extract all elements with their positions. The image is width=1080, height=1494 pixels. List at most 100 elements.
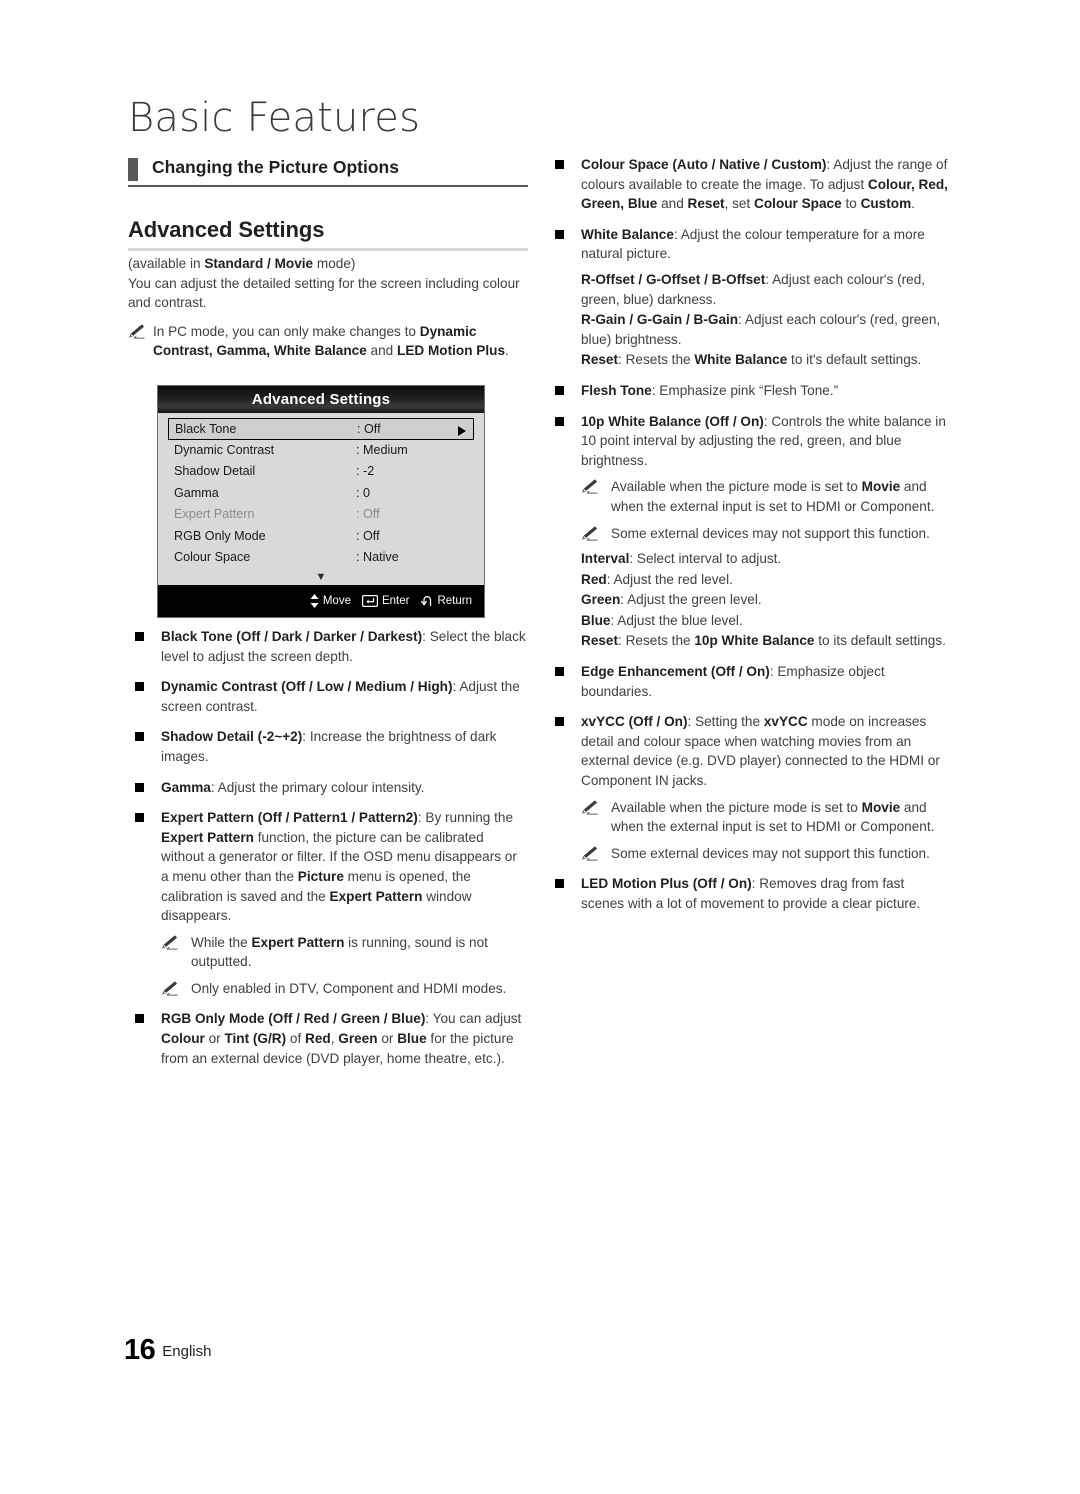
bullet-title: Colour Space (Auto / Native / Custom) xyxy=(581,157,827,172)
availability-modes: Standard / Movie xyxy=(204,256,314,271)
osd-row-label: Gamma xyxy=(174,485,219,500)
bullet-title: Shadow Detail (-2~+2) xyxy=(161,729,303,745)
bullet-bold-4: Custom xyxy=(860,196,912,212)
pencil-icon xyxy=(581,846,599,861)
sub-title: Reset xyxy=(581,352,619,368)
bullet-bold-2: Tint (G/R) xyxy=(224,1031,287,1047)
bullet-bold-1: xvYCC xyxy=(763,714,808,730)
10p-red: Red: Adjust the red level. xyxy=(581,570,950,590)
section-header-rule xyxy=(128,185,528,187)
pencil-icon xyxy=(161,935,179,950)
osd-hint-return: Return xyxy=(420,595,472,607)
square-bullet-icon xyxy=(555,717,564,727)
sub-body: : Adjust the green level. xyxy=(620,592,762,608)
pencil-icon xyxy=(581,479,599,494)
bullet-bold-2: Picture xyxy=(297,868,344,884)
osd-hint-enter-label: Enter xyxy=(381,595,410,607)
note-text: Some external devices may not support th… xyxy=(611,845,930,861)
white-balance-reset: Reset: Resets the White Balance to it's … xyxy=(581,350,950,370)
10p-interval: Interval: Select interval to adjust. xyxy=(581,549,950,569)
bullet-bold-3: Expert Pattern xyxy=(329,888,423,904)
intro-description: You can adjust the detailed setting for … xyxy=(128,275,520,311)
osd-row-black-tone[interactable]: Black Tone : Off xyxy=(168,418,474,440)
availability-suffix: mode) xyxy=(313,256,356,271)
sub-heading-label: Advanced Settings xyxy=(128,217,325,242)
osd-advanced-settings-menu: Advanced Settings Black Tone : Off Dynam… xyxy=(157,385,485,618)
osd-row-gamma[interactable]: Gamma : 0 xyxy=(168,483,474,505)
bullet-body-2: and xyxy=(657,196,688,212)
square-bullet-icon xyxy=(135,732,144,742)
pc-note-text-3: . xyxy=(505,343,509,359)
xvycc-note-2: Some external devices may not support th… xyxy=(581,844,950,864)
osd-footer-bar: Move Enter Return xyxy=(158,585,484,617)
pencil-icon xyxy=(581,800,599,815)
return-arrow-icon xyxy=(421,596,432,607)
bullet-flesh-tone: Flesh Tone: Emphasize pink “Flesh Tone.” xyxy=(548,381,950,401)
bullet-body: : Emphasize pink “Flesh Tone.” xyxy=(651,382,839,398)
page-language: English xyxy=(162,1343,212,1360)
square-bullet-icon xyxy=(555,667,564,677)
scroll-down-icon[interactable]: ▼ xyxy=(168,570,474,584)
bullet-title: Black Tone (Off / Dark / Darker / Darkes… xyxy=(161,628,423,644)
note-bold: Movie xyxy=(861,479,901,495)
bullet-bold-1: Colour xyxy=(161,1031,205,1047)
osd-row-shadow-detail[interactable]: Shadow Detail : -2 xyxy=(168,461,474,483)
pc-mode-note: In PC mode, you can only make changes to… xyxy=(128,322,528,361)
bullet-bold-4: Green xyxy=(338,1031,378,1047)
osd-hint-return-label: Return xyxy=(437,595,472,607)
sub-body: : Select interval to adjust. xyxy=(629,551,782,567)
sub-title: R-Offset / G-Offset / B-Offset xyxy=(581,271,766,287)
note-text-1: While the xyxy=(191,934,252,950)
osd-row-dynamic-contrast[interactable]: Dynamic Contrast : Medium xyxy=(168,440,474,462)
sub-bold: 10p White Balance xyxy=(694,633,815,649)
bullet-bold-3: Colour Space xyxy=(754,196,842,212)
sub-title: Blue xyxy=(581,612,611,628)
10p-reset: Reset: Resets the 10p White Balance to i… xyxy=(581,631,950,651)
10p-blue: Blue: Adjust the blue level. xyxy=(581,611,950,631)
square-bullet-icon xyxy=(555,416,564,426)
square-bullet-icon xyxy=(135,813,144,823)
sub-body-1: : Resets the xyxy=(618,633,695,649)
note-text-1: Available when the picture mode is set t… xyxy=(611,479,862,495)
expert-pattern-note-2: Only enabled in DTV, Component and HDMI … xyxy=(161,979,528,999)
bullet-title: White Balance xyxy=(581,226,674,242)
bullet-edge-enhancement: Edge Enhancement (Off / On): Emphasize o… xyxy=(548,662,950,701)
sub-body: : Adjust the red level. xyxy=(606,571,733,587)
osd-hint-move: Move xyxy=(310,594,351,608)
osd-row-label: Expert Pattern xyxy=(174,507,255,521)
availability-prefix: (available in xyxy=(128,256,205,271)
square-bullet-icon xyxy=(555,385,564,395)
note-text: Some external devices may not support th… xyxy=(611,525,930,541)
note-text-1: Available when the picture mode is set t… xyxy=(611,799,862,815)
bullet-shadow-detail: Shadow Detail (-2~+2): Increase the brig… xyxy=(128,727,528,766)
bullet-body-5: or xyxy=(377,1031,398,1047)
pc-note-text-1: In PC mode, you can only make changes to xyxy=(153,323,420,339)
bullet-title: RGB Only Mode (Off / Red / Green / Blue) xyxy=(161,1011,426,1027)
bullet-body-3: of xyxy=(286,1031,305,1047)
osd-row-value: : -2 xyxy=(356,464,375,478)
square-bullet-icon xyxy=(555,229,564,239)
sub-body-1: : Resets the xyxy=(618,352,695,368)
osd-row-value: : Off xyxy=(356,528,380,543)
osd-hint-enter: Enter xyxy=(361,595,410,607)
sub-body-2: to it's default settings. xyxy=(787,352,922,368)
osd-row-label: Black Tone xyxy=(175,422,237,436)
osd-row-rgb-only-mode[interactable]: RGB Only Mode : Off xyxy=(168,526,474,548)
bullet-body-1: : You can adjust xyxy=(425,1011,522,1027)
osd-row-value: : Off xyxy=(356,507,380,521)
bullet-xvycc: xvYCC (Off / On): Setting the xvYCC mode… xyxy=(548,712,950,863)
10p-note-2: Some external devices may not support th… xyxy=(581,524,950,544)
sub-title: Reset xyxy=(581,633,619,649)
sub-title: R-Gain / G-Gain / B-Gain xyxy=(581,312,739,328)
bullet-title: Expert Pattern (Off / Pattern1 / Pattern… xyxy=(161,810,418,826)
white-balance-gain: R-Gain / G-Gain / B-Gain: Adjust each co… xyxy=(581,310,950,349)
bullet-body-4: to xyxy=(841,196,861,212)
sub-title: Green xyxy=(581,592,621,608)
square-bullet-icon xyxy=(135,682,144,692)
10p-note-1: Available when the picture mode is set t… xyxy=(581,477,950,516)
osd-row-label: Colour Space xyxy=(174,550,251,564)
bullet-gamma: Gamma: Adjust the primary colour intensi… xyxy=(128,778,528,798)
osd-row-label: RGB Only Mode xyxy=(174,528,266,543)
osd-row-colour-space[interactable]: Colour Space : Native xyxy=(168,547,474,569)
bullet-title: LED Motion Plus (Off / On) xyxy=(581,876,752,892)
